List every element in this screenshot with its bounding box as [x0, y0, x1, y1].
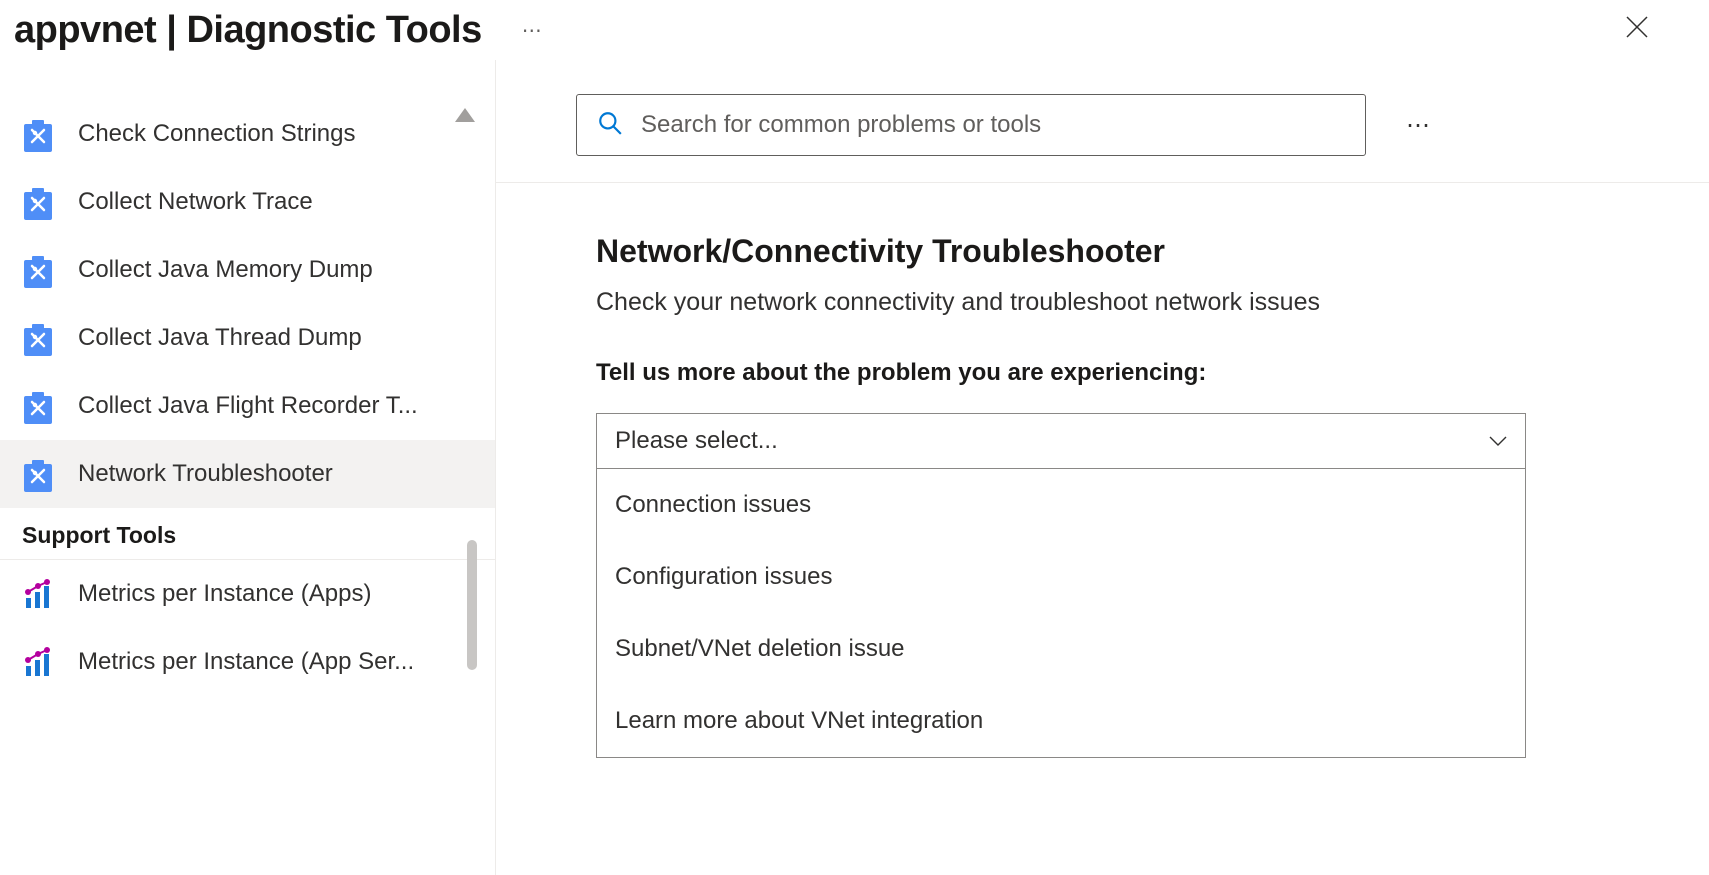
- sidebar: Check Connection Strings Collect Network …: [0, 60, 495, 875]
- sidebar-item-label: Check Connection Strings: [78, 120, 355, 148]
- sidebar-item-label: Collect Java Memory Dump: [78, 256, 373, 284]
- search-input[interactable]: [641, 111, 1345, 139]
- problem-dropdown: Please select... Connection issuesConfig…: [596, 413, 1526, 758]
- page-header: appvnet | Diagnostic Tools ⋯: [0, 0, 1709, 60]
- header-more-icon[interactable]: ⋯: [522, 18, 544, 43]
- metrics-icon: [22, 578, 54, 610]
- sidebar-item-label: Metrics per Instance (Apps): [78, 580, 371, 608]
- sidebar-item-2[interactable]: Collect Java Memory Dump: [0, 236, 495, 304]
- support-item-0[interactable]: Metrics per Instance (Apps): [0, 560, 495, 628]
- search-box[interactable]: [576, 94, 1366, 156]
- content-heading: Network/Connectivity Troubleshooter: [596, 233, 1609, 270]
- scrollbar[interactable]: [467, 160, 479, 860]
- sidebar-item-3[interactable]: Collect Java Thread Dump: [0, 304, 495, 372]
- dropdown-control[interactable]: Please select...: [596, 413, 1526, 469]
- sidebar-item-label: Network Troubleshooter: [78, 460, 333, 488]
- content-description: Check your network connectivity and trou…: [596, 288, 1609, 317]
- dropdown-list: Connection issuesConfiguration issuesSub…: [596, 469, 1526, 758]
- tool-icon: [22, 322, 54, 354]
- sidebar-item-label: Collect Java Thread Dump: [78, 324, 362, 352]
- sidebar-item-5[interactable]: Network Troubleshooter: [0, 440, 495, 508]
- scroll-up-arrow-icon[interactable]: [455, 108, 475, 122]
- close-icon: [1625, 15, 1649, 39]
- chevron-down-icon: [1489, 436, 1507, 446]
- search-row: ⋯: [496, 60, 1709, 183]
- sidebar-item-0[interactable]: Check Connection Strings: [0, 100, 495, 168]
- metrics-icon: [22, 646, 54, 678]
- tool-icon: [22, 254, 54, 286]
- tool-icon: [22, 186, 54, 218]
- dropdown-option-3[interactable]: Learn more about VNet integration: [597, 685, 1525, 757]
- main-panel: ⋯ Network/Connectivity Troubleshooter Ch…: [495, 60, 1709, 875]
- page-title: appvnet | Diagnostic Tools: [14, 9, 482, 52]
- sidebar-item-label: Collect Java Flight Recorder T...: [78, 392, 418, 420]
- sidebar-item-label: Metrics per Instance (App Ser...: [78, 648, 414, 676]
- content-prompt: Tell us more about the problem you are e…: [596, 359, 1609, 387]
- tool-icon: [22, 118, 54, 150]
- tool-icon: [22, 390, 54, 422]
- search-more-button[interactable]: ⋯: [1396, 101, 1444, 150]
- dropdown-placeholder: Please select...: [615, 427, 778, 455]
- sidebar-item-label: Collect Network Trace: [78, 188, 313, 216]
- search-icon: [597, 110, 623, 141]
- dropdown-option-2[interactable]: Subnet/VNet deletion issue: [597, 613, 1525, 685]
- support-item-1[interactable]: Metrics per Instance (App Ser...: [0, 628, 495, 696]
- sidebar-section-header: Support Tools: [0, 508, 495, 560]
- dropdown-option-1[interactable]: Configuration issues: [597, 541, 1525, 613]
- scrollbar-thumb[interactable]: [467, 540, 477, 670]
- sidebar-item-1[interactable]: Collect Network Trace: [0, 168, 495, 236]
- content-area: Network/Connectivity Troubleshooter Chec…: [496, 183, 1709, 758]
- sidebar-item-4[interactable]: Collect Java Flight Recorder T...: [0, 372, 495, 440]
- dropdown-option-0[interactable]: Connection issues: [597, 469, 1525, 541]
- close-button[interactable]: [1617, 6, 1689, 54]
- tool-icon: [22, 458, 54, 490]
